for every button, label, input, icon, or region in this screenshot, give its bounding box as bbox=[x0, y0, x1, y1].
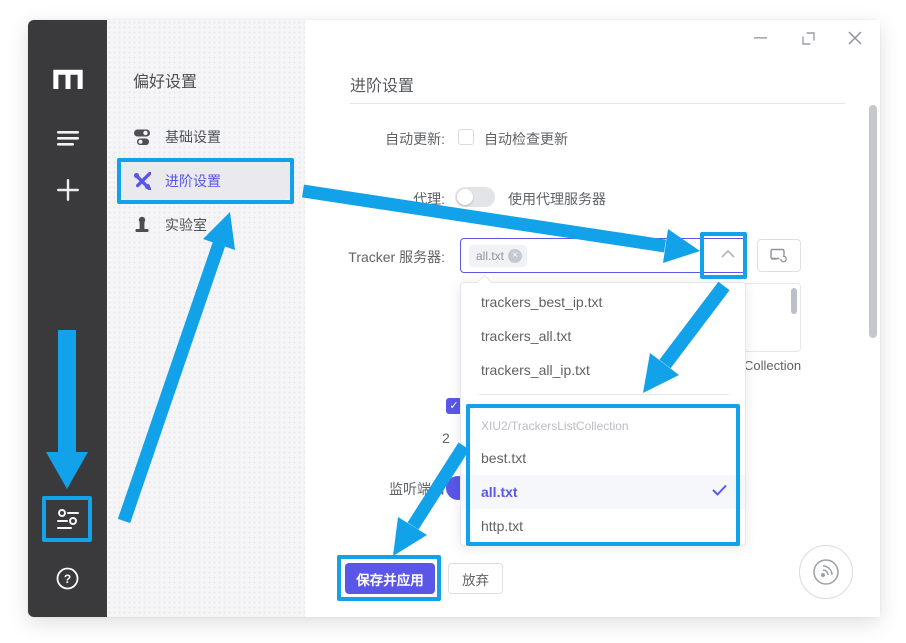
dropdown-divider bbox=[479, 394, 729, 395]
chevron-up-icon[interactable] bbox=[721, 249, 735, 258]
speed-limit-button[interactable] bbox=[799, 545, 853, 599]
toggle-knob bbox=[457, 189, 473, 205]
svg-text:?: ? bbox=[64, 572, 71, 586]
tracker-tag-label: all.txt bbox=[476, 249, 504, 263]
auto-update-checkbox-label: 自动检查更新 bbox=[484, 129, 568, 149]
preferences-title: 偏好设置 bbox=[133, 68, 197, 92]
discard-button[interactable]: 放弃 bbox=[448, 563, 503, 594]
preferences-button[interactable] bbox=[28, 506, 107, 532]
speedometer-icon bbox=[811, 557, 841, 587]
toggles-icon bbox=[133, 128, 151, 146]
dropdown-option[interactable]: trackers_all_ip.txt bbox=[461, 353, 745, 387]
menu-item-basic-settings[interactable]: 基础设置 bbox=[121, 118, 290, 156]
save-apply-button[interactable]: 保存并应用 bbox=[345, 563, 435, 594]
motrix-logo-icon bbox=[53, 67, 83, 89]
question-icon: ? bbox=[56, 567, 79, 590]
menu-item-label: 进阶设置 bbox=[165, 171, 221, 191]
dropdown-option[interactable]: trackers_all.txt bbox=[461, 319, 745, 353]
auto-update-label: 自动更新: bbox=[280, 129, 445, 149]
close-icon bbox=[848, 31, 862, 45]
tracker-select-input[interactable]: all.txt × bbox=[460, 238, 746, 273]
dropdown-option[interactable]: trackers_best_ip.txt bbox=[461, 285, 745, 319]
proxy-toggle[interactable] bbox=[455, 187, 495, 207]
menu-item-lab[interactable]: 实验室 bbox=[121, 206, 290, 244]
maximize-button[interactable] bbox=[794, 29, 822, 47]
proxy-label: 代理: bbox=[280, 189, 445, 209]
tracker-dropdown: trackers_best_ip.txt trackers_all.txt tr… bbox=[460, 282, 746, 546]
add-icon bbox=[56, 178, 80, 202]
tracker-label: Tracker 服务器: bbox=[280, 247, 445, 267]
dropdown-option[interactable]: http.txt bbox=[461, 509, 745, 543]
sliders-icon bbox=[55, 507, 81, 531]
app-logo bbox=[28, 64, 107, 92]
close-button[interactable] bbox=[841, 29, 869, 47]
menu-item-label: 基础设置 bbox=[165, 127, 221, 147]
tools-icon bbox=[133, 172, 151, 190]
textarea-scrollbar-thumb[interactable] bbox=[791, 288, 797, 314]
dropdown-option-label: all.txt bbox=[481, 484, 518, 500]
task-list-button[interactable] bbox=[28, 129, 107, 147]
page-scrollbar-thumb[interactable] bbox=[869, 105, 877, 338]
preferences-panel: 偏好设置 基础设置 进阶设置 bbox=[107, 20, 305, 617]
add-task-button[interactable] bbox=[28, 178, 107, 202]
menu-item-advanced-settings[interactable]: 进阶设置 bbox=[121, 162, 290, 200]
proxy-toggle-label: 使用代理服务器 bbox=[508, 189, 606, 209]
dropdown-group-label: XIU2/TrackersListCollection bbox=[481, 412, 629, 440]
sync-trackers-button[interactable] bbox=[757, 239, 801, 272]
tag-remove-icon[interactable]: × bbox=[508, 249, 522, 263]
tracker-tag[interactable]: all.txt × bbox=[469, 245, 527, 267]
obscured-text-fragment: 2 bbox=[442, 430, 450, 446]
title-divider bbox=[350, 103, 845, 104]
page-title: 进阶设置 bbox=[350, 72, 414, 96]
minimize-button[interactable] bbox=[746, 29, 774, 47]
app-window: ? 偏好设置 基础设置 进阶设置 bbox=[28, 20, 880, 617]
help-button[interactable]: ? bbox=[28, 566, 107, 590]
dropdown-option-selected[interactable]: all.txt bbox=[461, 475, 745, 509]
restore-icon bbox=[802, 32, 815, 45]
listen-port-label: 监听端口 bbox=[280, 479, 445, 499]
stamp-icon bbox=[133, 216, 151, 234]
menu-item-label: 实验室 bbox=[165, 215, 207, 235]
auto-update-checkbox[interactable] bbox=[458, 129, 474, 145]
task-list-icon bbox=[56, 131, 80, 146]
tracker-source-link[interactable]: Collection bbox=[744, 358, 801, 373]
app-sidebar: ? bbox=[28, 20, 107, 617]
check-icon bbox=[712, 484, 727, 496]
minimize-icon bbox=[754, 36, 767, 40]
dropdown-option[interactable]: best.txt bbox=[461, 441, 745, 475]
sync-icon bbox=[770, 248, 789, 264]
